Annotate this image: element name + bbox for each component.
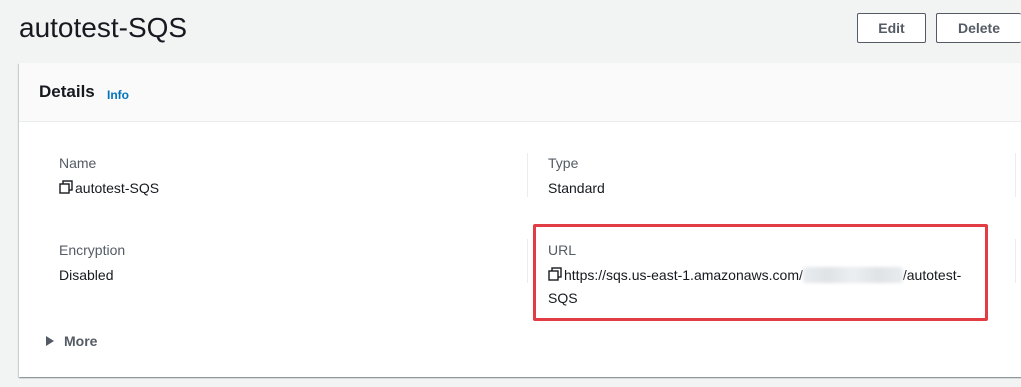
name-text: autotest-SQS <box>75 180 160 196</box>
caret-right-icon <box>46 336 54 346</box>
url-value: https://sqs.us-east-1.amazonaws.com//aut… <box>548 264 988 309</box>
page-title: autotest-SQS <box>19 12 188 43</box>
info-link[interactable]: Info <box>107 88 129 102</box>
name-label: Name <box>59 155 97 171</box>
copy-icon[interactable] <box>59 178 73 200</box>
encryption-label: Encryption <box>59 242 126 258</box>
column-divider <box>1015 153 1016 197</box>
details-panel: Details Info Name autotest-SQS Type Stan… <box>19 63 1021 377</box>
column-divider <box>527 153 528 197</box>
encryption-value: Disabled <box>59 267 114 283</box>
delete-button[interactable]: Delete <box>936 13 1021 43</box>
column-divider <box>527 239 528 283</box>
name-value: autotest-SQS <box>59 177 159 200</box>
column-divider <box>1015 239 1016 283</box>
more-label: More <box>64 333 98 349</box>
details-heading: Details <box>39 82 95 101</box>
type-value: Standard <box>548 180 605 196</box>
copy-icon[interactable] <box>548 265 562 287</box>
url-prefix: https://sqs.us-east-1.amazonaws.com/ <box>564 267 803 283</box>
details-panel-header: Details Info <box>19 63 1021 122</box>
redacted-account-id <box>802 267 903 283</box>
more-toggle[interactable]: More <box>46 333 97 349</box>
url-label: URL <box>548 242 577 258</box>
edit-button[interactable]: Edit <box>857 13 926 43</box>
type-label: Type <box>548 155 579 171</box>
